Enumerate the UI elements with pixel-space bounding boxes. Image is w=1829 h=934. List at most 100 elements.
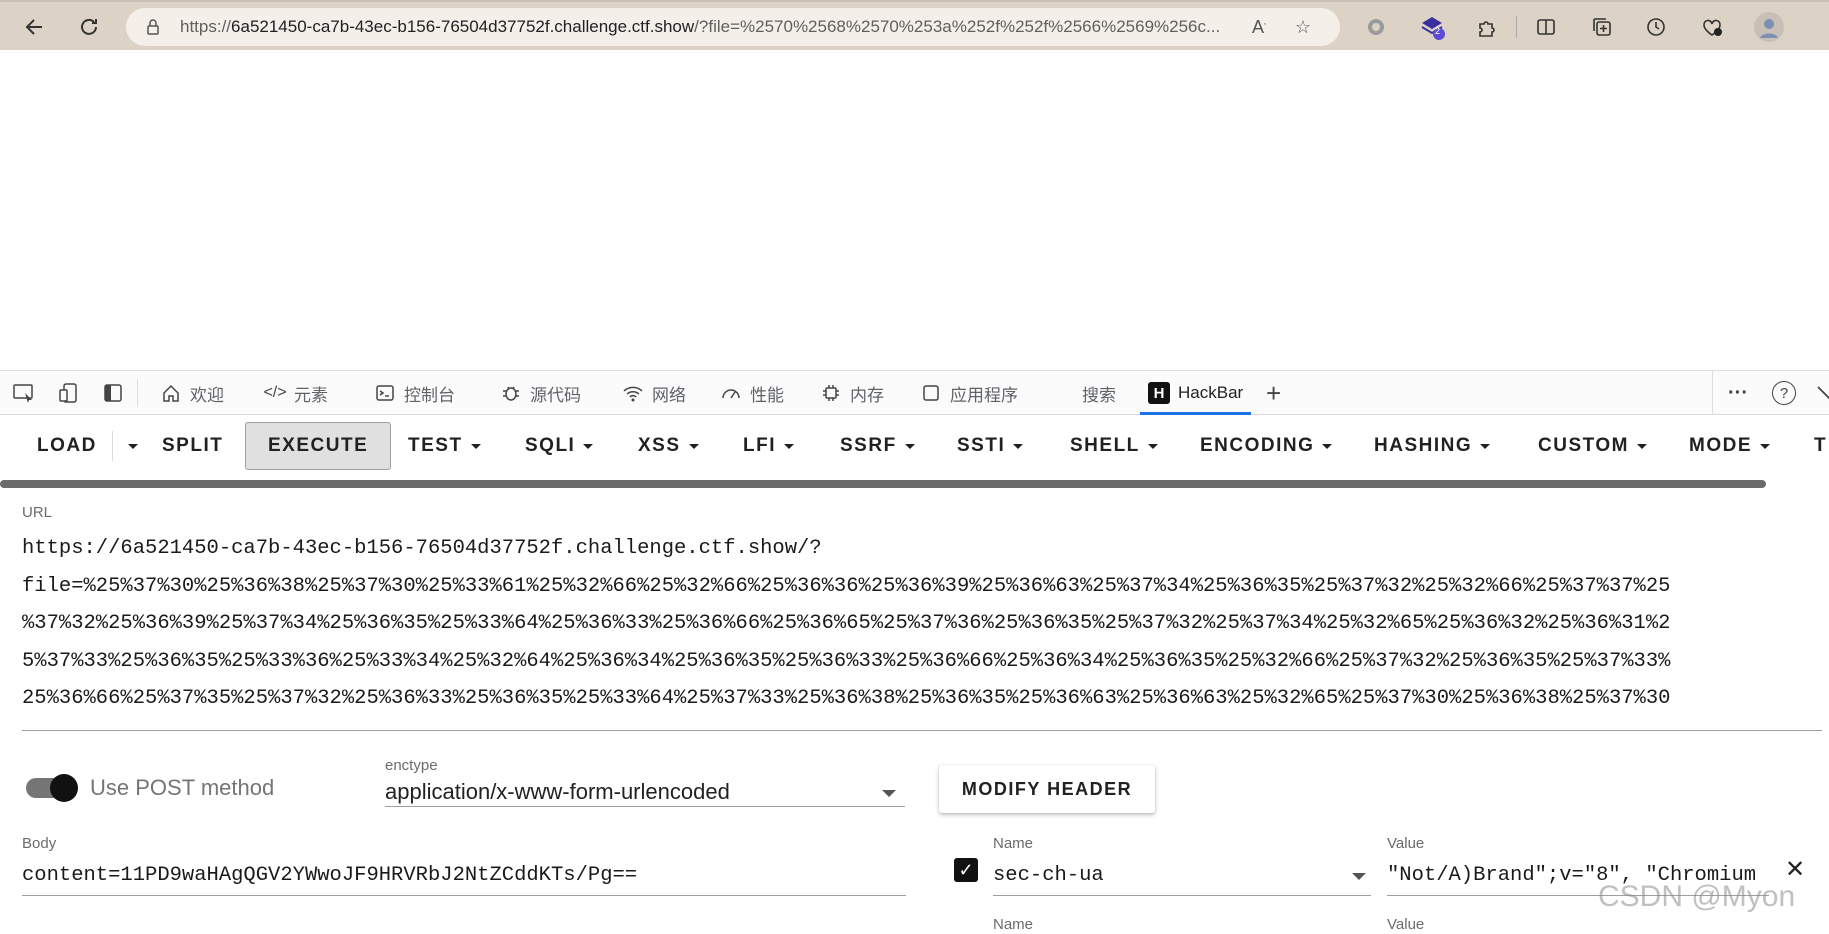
ssrf-menu[interactable]: SSRF	[840, 422, 915, 470]
test-menu[interactable]: TEST	[408, 422, 481, 470]
history-icon[interactable]	[1642, 13, 1670, 41]
mode-menu[interactable]: MODE	[1689, 422, 1770, 470]
toolbar-separator	[1516, 16, 1517, 38]
custom-menu[interactable]: CUSTOM	[1538, 422, 1647, 470]
truncated-label: T	[1814, 435, 1828, 456]
chevron-down-icon	[1147, 443, 1158, 449]
remove-header-icon[interactable]: ✕	[1783, 856, 1807, 883]
tab-elements[interactable]: </> 元素	[263, 371, 328, 415]
browser-essentials-icon[interactable]	[1698, 13, 1726, 41]
gauge-icon	[720, 382, 742, 404]
url-underline	[22, 730, 1822, 731]
chip-icon	[820, 382, 842, 404]
console-icon	[374, 382, 396, 404]
custom-label: CUSTOM	[1538, 435, 1629, 456]
refresh-icon[interactable]	[72, 10, 106, 44]
test-label: TEST	[408, 435, 463, 456]
header-name-label-2: Name	[993, 916, 1034, 933]
device-emulation-icon[interactable]	[58, 371, 80, 415]
execute-button[interactable]: EXECUTE	[245, 422, 392, 470]
ssti-label: SSTI	[957, 435, 1006, 456]
header-value-label-2: Value	[1387, 916, 1425, 933]
tab-sources-label: 源代码	[530, 385, 581, 405]
url-line: %37%32%25%36%39%25%37%34%25%36%35%25%33%…	[22, 612, 1671, 635]
browser-toolbar: https://6a521450-ca7b-43ec-b156-76504d37…	[0, 0, 1829, 50]
encoding-menu[interactable]: ENCODING	[1200, 422, 1333, 470]
tab-console[interactable]: 控制台	[374, 371, 455, 415]
collections-icon[interactable]	[1588, 13, 1616, 41]
horizontal-scrollbar[interactable]	[0, 480, 1766, 488]
inspect-element-icon[interactable]	[12, 371, 36, 415]
chevron-down-icon	[1480, 443, 1491, 449]
chevron-down-icon	[1322, 443, 1333, 449]
back-icon[interactable]	[18, 10, 52, 44]
chevron-down-icon[interactable]	[882, 790, 896, 797]
favorite-star-icon[interactable]: ☆	[1292, 16, 1314, 38]
body-label: Body	[22, 835, 57, 852]
close-devtools-icon[interactable]	[1816, 371, 1829, 415]
extension-badge-count: 2	[1435, 26, 1441, 36]
tab-performance-label: 性能	[750, 385, 784, 405]
tab-application[interactable]: 应用程序	[920, 371, 1018, 415]
chevron-down-icon	[1760, 443, 1770, 449]
dock-side-icon[interactable]	[102, 371, 124, 415]
chevron-down-icon	[784, 443, 794, 449]
add-tab-icon[interactable]: +	[1266, 371, 1281, 415]
chevron-down-icon[interactable]	[1352, 873, 1366, 880]
header-enabled-checkbox[interactable]: ✓	[954, 858, 978, 882]
address-bar[interactable]: https://6a521450-ca7b-43ec-b156-76504d37…	[126, 8, 1340, 46]
code-icon: </>	[263, 384, 287, 401]
body-input[interactable]: content=11PD9waHAgQGV2YWwoJF9HRVRbJ2NtZC…	[22, 864, 637, 887]
chevron-down-icon	[688, 443, 699, 449]
tab-search[interactable]: 搜索	[1082, 371, 1116, 415]
split-screen-icon[interactable]	[1532, 13, 1560, 41]
header-name-select[interactable]: sec-ch-ua	[993, 864, 1333, 887]
split-button[interactable]: SPLIT	[162, 422, 223, 470]
tab-hackbar[interactable]: H HackBar	[1140, 371, 1252, 415]
lfi-label: LFI	[743, 435, 776, 456]
load-dropdown-icon[interactable]	[120, 422, 138, 470]
modify-header-button[interactable]: MODIFY HEADER	[939, 765, 1155, 813]
enctype-select[interactable]: application/x-www-form-urlencoded	[385, 779, 730, 805]
shell-label: SHELL	[1070, 435, 1140, 456]
header-name-label: Name	[993, 835, 1034, 852]
tab-separator	[137, 379, 138, 407]
tab-performance[interactable]: 性能	[720, 371, 784, 415]
address-url[interactable]: https://6a521450-ca7b-43ec-b156-76504d37…	[180, 17, 1240, 37]
tab-console-label: 控制台	[404, 385, 455, 405]
circle-extension-icon[interactable]	[1362, 13, 1390, 41]
chevron-down-icon	[583, 443, 594, 449]
tab-search-label: 搜索	[1082, 385, 1116, 405]
read-aloud-icon[interactable]: Aʼ	[1248, 16, 1270, 38]
tab-welcome-label: 欢迎	[190, 385, 224, 405]
sqli-label: SQLI	[525, 435, 576, 456]
truncated-menu[interactable]: T	[1814, 422, 1827, 470]
url-line: file=%25%37%30%25%36%38%25%37%30%25%33%6…	[22, 574, 1671, 598]
post-toggle-knob[interactable]	[50, 774, 78, 802]
home-icon	[160, 382, 182, 404]
ssti-menu[interactable]: SSTI	[957, 422, 1024, 470]
chevron-down-icon	[1636, 443, 1647, 449]
sqli-menu[interactable]: SQLI	[525, 422, 594, 470]
tab-sources[interactable]: 源代码	[500, 371, 581, 415]
lfi-menu[interactable]: LFI	[743, 422, 794, 470]
load-button[interactable]: LOAD	[37, 422, 97, 470]
url-line: 5%37%33%25%36%35%25%33%36%25%33%34%25%32…	[22, 649, 1671, 673]
extension-badge-icon[interactable]: 2	[1418, 13, 1446, 41]
puzzle-extensions-icon[interactable]	[1472, 13, 1500, 41]
profile-avatar[interactable]	[1754, 12, 1784, 42]
help-icon[interactable]: ?	[1772, 371, 1796, 415]
header-name-underline	[993, 895, 1371, 896]
tab-network[interactable]: 网络	[622, 371, 686, 415]
tab-memory[interactable]: 内存	[820, 371, 884, 415]
xss-menu[interactable]: XSS	[638, 422, 699, 470]
more-options-icon[interactable]: ···	[1728, 371, 1748, 415]
url-prefix: https://	[180, 17, 232, 36]
url-textarea[interactable]: https://6a521450-ca7b-43ec-b156-76504d37…	[22, 530, 1822, 718]
hashing-menu[interactable]: HASHING	[1374, 422, 1491, 470]
tab-welcome[interactable]: 欢迎	[160, 371, 224, 415]
shell-menu[interactable]: SHELL	[1070, 422, 1158, 470]
execute-label: EXECUTE	[268, 435, 369, 456]
enctype-label: enctype	[385, 757, 438, 774]
lock-icon[interactable]	[144, 18, 162, 36]
